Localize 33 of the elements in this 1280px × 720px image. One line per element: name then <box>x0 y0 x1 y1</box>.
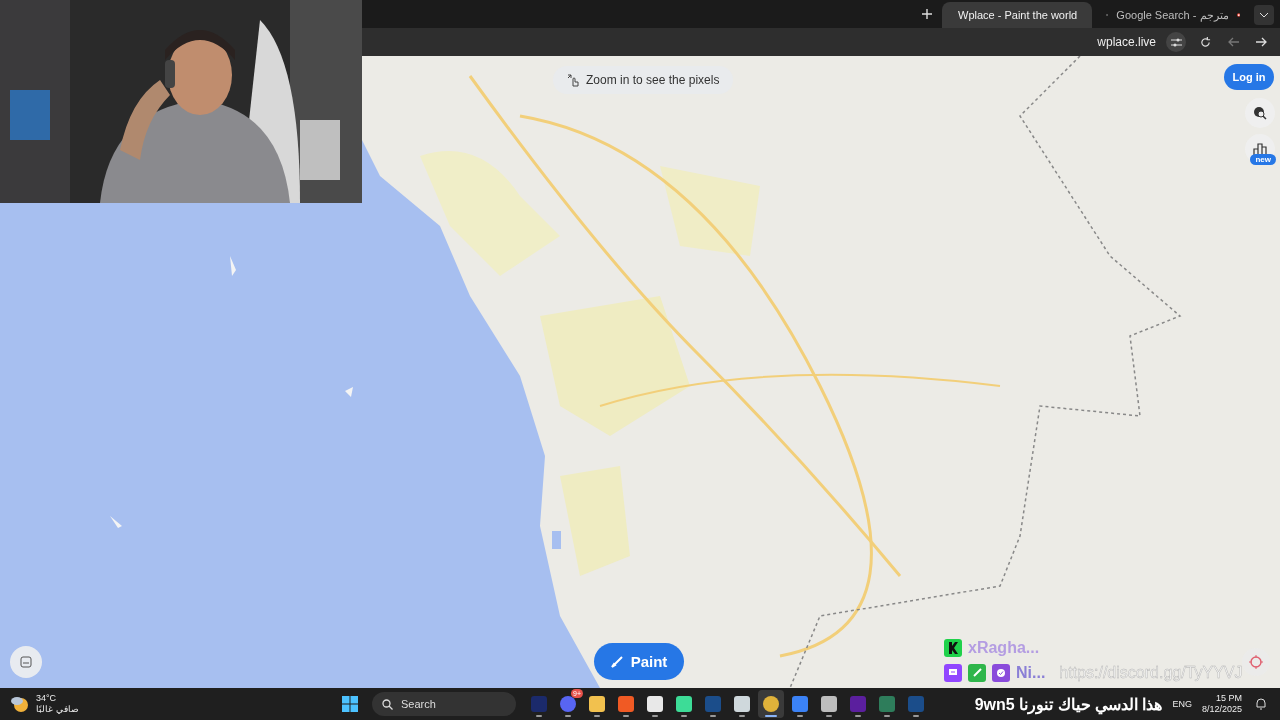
bar-chart-icon <box>1253 142 1267 156</box>
windows-start-icon[interactable] <box>340 694 360 714</box>
panel-icon <box>20 656 32 668</box>
taskbar-app-icon[interactable] <box>758 690 784 718</box>
tab-title: Google Search - مترجم <box>1116 8 1229 22</box>
temperature: 34°C <box>36 693 58 704</box>
new-badge: new <box>1250 154 1276 165</box>
clock-time: 15 PM <box>1216 693 1242 704</box>
clock-date: 8/12/2025 <box>1201 704 1242 715</box>
chevron-down-icon <box>1260 12 1268 18</box>
pointer-icon <box>567 73 580 87</box>
paint-button[interactable]: Paint <box>594 643 684 680</box>
weather-condition: صافي غالبًا <box>36 704 79 715</box>
address-text[interactable]: wplace.live <box>1097 35 1156 49</box>
search-icon <box>382 698 393 710</box>
weather-icon <box>10 695 30 713</box>
hint-text: Zoom in to see the pixels <box>586 73 720 87</box>
overlay-ticker: 9wn5 هذا الدسي حياك تنورنا <box>974 694 1163 714</box>
login-button[interactable]: Log in <box>1224 64 1274 90</box>
brush-icon <box>610 655 623 668</box>
check-icon <box>992 664 1010 682</box>
streamer-name: xRagha... <box>968 639 1040 657</box>
browser-tab[interactable]: Wplace - Paint the world <box>942 2 1092 28</box>
kick-icon <box>944 639 962 657</box>
twitch-icon <box>944 664 962 682</box>
search-field[interactable]: Search <box>372 692 516 716</box>
plus-icon <box>922 9 932 19</box>
settings-icon[interactable] <box>1166 32 1186 52</box>
tab-title: Wplace - Paint the world <box>958 9 1078 21</box>
streamer-name: Ni... <box>1016 664 1046 682</box>
language-indicator[interactable]: ENG <box>1172 699 1192 709</box>
search-icon <box>1253 106 1267 120</box>
browser-tab[interactable]: Google Search - مترجم <box>1098 2 1248 28</box>
